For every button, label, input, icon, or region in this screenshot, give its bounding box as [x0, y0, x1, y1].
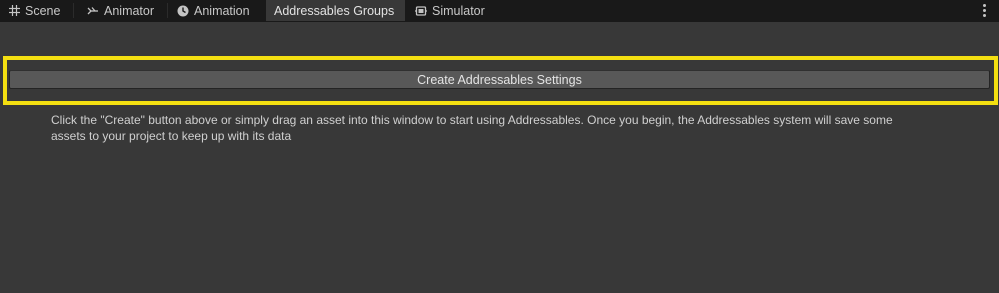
animator-icon: [87, 5, 99, 17]
instructions-line-1: Click the "Create" button above or simpl…: [51, 113, 893, 127]
tab-animation-label: Animation: [194, 3, 250, 18]
tab-divider: [73, 3, 74, 18]
simulator-icon: [415, 5, 427, 17]
window-tab-bar: Scene Animator Animation Addressables Gr…: [0, 0, 999, 22]
tab-scene[interactable]: Scene: [0, 0, 73, 21]
tab-scene-label: Scene: [25, 3, 61, 18]
tab-animator-label: Animator: [104, 3, 155, 18]
tab-addressables-groups[interactable]: Addressables Groups: [266, 0, 405, 21]
instructions-line-2: assets to your project to keep up with i…: [51, 129, 292, 143]
tab-simulator[interactable]: Simulator: [407, 0, 502, 21]
tab-divider: [167, 3, 168, 18]
grid-icon: [8, 5, 20, 17]
more-options-icon[interactable]: [979, 3, 989, 18]
tab-animation[interactable]: Animation: [169, 0, 266, 21]
tab-addressables-groups-label: Addressables Groups: [274, 3, 395, 18]
tab-animator[interactable]: Animator: [79, 0, 167, 21]
instructions-text: Click the "Create" button above or simpl…: [51, 112, 971, 144]
create-addressables-settings-button[interactable]: Create Addressables Settings: [9, 70, 990, 89]
tab-simulator-label: Simulator: [432, 3, 485, 18]
clock-icon: [177, 5, 189, 17]
